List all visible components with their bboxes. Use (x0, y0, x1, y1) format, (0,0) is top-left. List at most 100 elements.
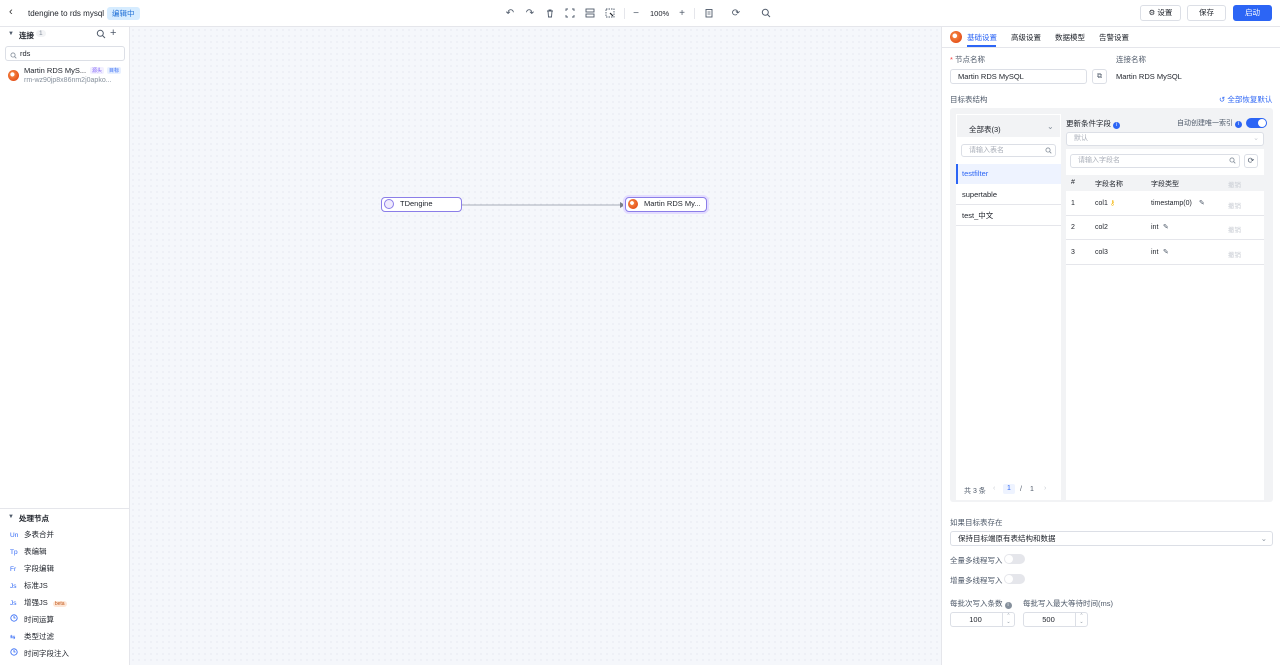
fit-view-icon[interactable] (563, 6, 577, 20)
collapse-caret-icon[interactable]: ▼ (8, 514, 14, 520)
tab-alert[interactable]: 告警设置 (1099, 32, 1129, 43)
processor-item-union[interactable]: Un 多表合并 (10, 529, 54, 541)
tab-data-model[interactable]: 数据模型 (1055, 32, 1085, 43)
info-icon: i (1004, 602, 1012, 609)
page-number-input[interactable]: 1 (1003, 484, 1015, 494)
all-tables-header[interactable]: 全部表(3) ⌄ (956, 114, 1061, 138)
table-item[interactable]: test_中文 (956, 205, 1061, 226)
zoom-in-icon[interactable]: + (675, 6, 689, 20)
tdengine-logo-icon (384, 199, 394, 209)
connection-host: rm-wz90jp8x86nm2j0apko... (24, 77, 112, 84)
conn-name-label: 连接名称 (1116, 55, 1146, 64)
search-icon (10, 50, 17, 63)
table-row: 2 col2 int ✎ 撤销 (1066, 216, 1264, 240)
batch-wait-label: 每批写入最大等待时间(ms) (1023, 599, 1113, 608)
page-count: 1 (1030, 486, 1034, 493)
divider (624, 8, 625, 19)
zoom-level: 100% (650, 9, 670, 18)
collapse-caret-icon[interactable]: ▼ (8, 31, 14, 37)
undo-button[interactable]: 撤销 (1228, 224, 1241, 234)
start-button[interactable]: 启动 (1233, 5, 1272, 21)
processor-item-type-filter[interactable]: ⇆ 类型过滤 (10, 631, 54, 643)
edit-icon[interactable]: ✎ (1163, 248, 1169, 256)
edge-connector (461, 202, 625, 208)
processor-item-standard-js[interactable]: Js 标准JS (10, 580, 48, 592)
table-item-active[interactable]: testfilter (956, 164, 1061, 184)
filter-icon: ⇆ (10, 634, 16, 641)
search-icon[interactable] (759, 6, 773, 20)
restore-all-button[interactable]: ↺ 全部恢复默认 (1219, 94, 1272, 105)
batch-count-label: 每批次写入条数 i (950, 598, 1012, 609)
stepper-arrows-icon[interactable]: ⌃ ⌄ (1075, 613, 1087, 626)
refresh-icon[interactable]: ⟳ (1244, 154, 1258, 168)
stepper-arrows-icon[interactable]: ⌃ ⌄ (1002, 613, 1014, 626)
js-icon: Js (10, 583, 17, 590)
batch-count-stepper[interactable]: 100 ⌃ ⌄ (950, 612, 1015, 627)
back-icon[interactable]: ‹ (9, 6, 13, 18)
target-tag: 目标 (107, 67, 122, 74)
tab-advanced[interactable]: 高级设置 (1011, 32, 1041, 43)
log-icon[interactable] (702, 6, 716, 20)
prev-page-icon[interactable]: ‹ (993, 485, 995, 492)
left-sidebar: ▼ 连接 1 + rds Martin RDS MyS... 源头 目标 rm-… (0, 27, 130, 665)
auto-layout-icon[interactable] (583, 6, 597, 20)
processor-item-time-field-inject[interactable]: 时间字段注入 (10, 648, 69, 660)
divider (0, 508, 129, 509)
undo-icon[interactable]: ↶ (503, 6, 517, 20)
connection-item[interactable]: Martin RDS MyS... 源头 目标 rm-wz90jp8x86nm2… (0, 64, 129, 90)
node-name-label: * 节点名称 (950, 55, 986, 64)
next-page-icon[interactable]: › (1044, 485, 1046, 492)
connection-search-input[interactable]: rds (5, 46, 125, 61)
if-exists-select[interactable]: 保持目标端原有表结构和数据 ⌄ (950, 531, 1273, 546)
target-node[interactable]: Martin RDS My... (625, 197, 707, 212)
tab-basic[interactable]: 基础设置 (967, 32, 997, 43)
source-node[interactable]: TDengine (381, 197, 462, 212)
full-multithread-toggle[interactable] (1004, 554, 1025, 564)
search-icon (1229, 157, 1236, 169)
save-button[interactable]: 保存 (1187, 5, 1226, 21)
search-icon (1045, 147, 1052, 158)
batch-wait-stepper[interactable]: 500 ⌃ ⌄ (1023, 612, 1088, 627)
field-panel: 请输入字段名 ⟳ # 字段名称 字段类型 撤销 1 col1 ⚷ timesta… (1066, 149, 1264, 500)
target-structure-label: 目标表结构 (950, 95, 988, 104)
clock-icon (10, 614, 21, 624)
processor-item-enhanced-js[interactable]: Js 增强JS beta (10, 597, 67, 609)
auto-index-toggle[interactable] (1246, 118, 1267, 128)
page-sep: / (1020, 486, 1022, 493)
field-edit-icon: Fr (10, 566, 17, 573)
add-connection-icon[interactable]: + (110, 27, 116, 39)
update-field-label: 更新条件字段 i (1066, 118, 1121, 129)
refresh-icon[interactable]: ⟳ (729, 6, 743, 20)
full-multithread-label: 全量多线程写入 (950, 556, 1003, 565)
undo-button[interactable]: 撤销 (1228, 200, 1241, 210)
task-title: tdengine to rds mysql (28, 9, 105, 18)
edit-icon[interactable]: ✎ (1163, 223, 1169, 231)
incr-multithread-toggle[interactable] (1004, 574, 1025, 584)
redo-icon[interactable]: ↷ (523, 6, 537, 20)
settings-button[interactable]: ⚙ 设置 (1140, 5, 1181, 21)
table-search-input[interactable]: 请输入表名 (961, 144, 1056, 157)
select-mode-icon[interactable] (603, 6, 617, 20)
delete-icon[interactable] (543, 6, 557, 20)
clock-icon (10, 648, 21, 658)
processor-item-time-calc[interactable]: 时间运算 (10, 614, 54, 626)
node-name-input[interactable]: Martin RDS MySQL (950, 69, 1087, 84)
mysql-logo-icon (8, 70, 19, 81)
zoom-out-icon[interactable]: − (629, 6, 643, 20)
table-item[interactable]: supertable (956, 184, 1061, 205)
processors-title: 处理节点 (19, 514, 49, 523)
gear-icon: ⚙ (1148, 8, 1156, 17)
processor-item-field-edit[interactable]: Fr 字段编辑 (10, 563, 54, 575)
processor-item-table-edit[interactable]: Tp 表编辑 (10, 546, 47, 558)
field-search-input[interactable]: 请输入字段名 (1070, 154, 1240, 168)
conn-name-value: Martin RDS MySQL (1116, 72, 1182, 81)
primary-key-icon: ⚷ (1110, 200, 1116, 207)
update-field-select[interactable]: 默认 ⌄ (1066, 132, 1264, 146)
copy-icon[interactable]: ⧉ (1092, 69, 1107, 84)
dag-canvas[interactable]: TDengine Martin RDS My... (130, 27, 941, 665)
edit-icon[interactable]: ✎ (1199, 199, 1205, 207)
search-icon[interactable] (96, 29, 106, 41)
auto-index-label: 自动创建唯一索引 i (1177, 118, 1242, 128)
undo-button[interactable]: 撤销 (1228, 249, 1241, 259)
node-config-panel: 基础设置 高级设置 数据模型 告警设置 * 节点名称 Martin RDS My… (941, 27, 1280, 665)
